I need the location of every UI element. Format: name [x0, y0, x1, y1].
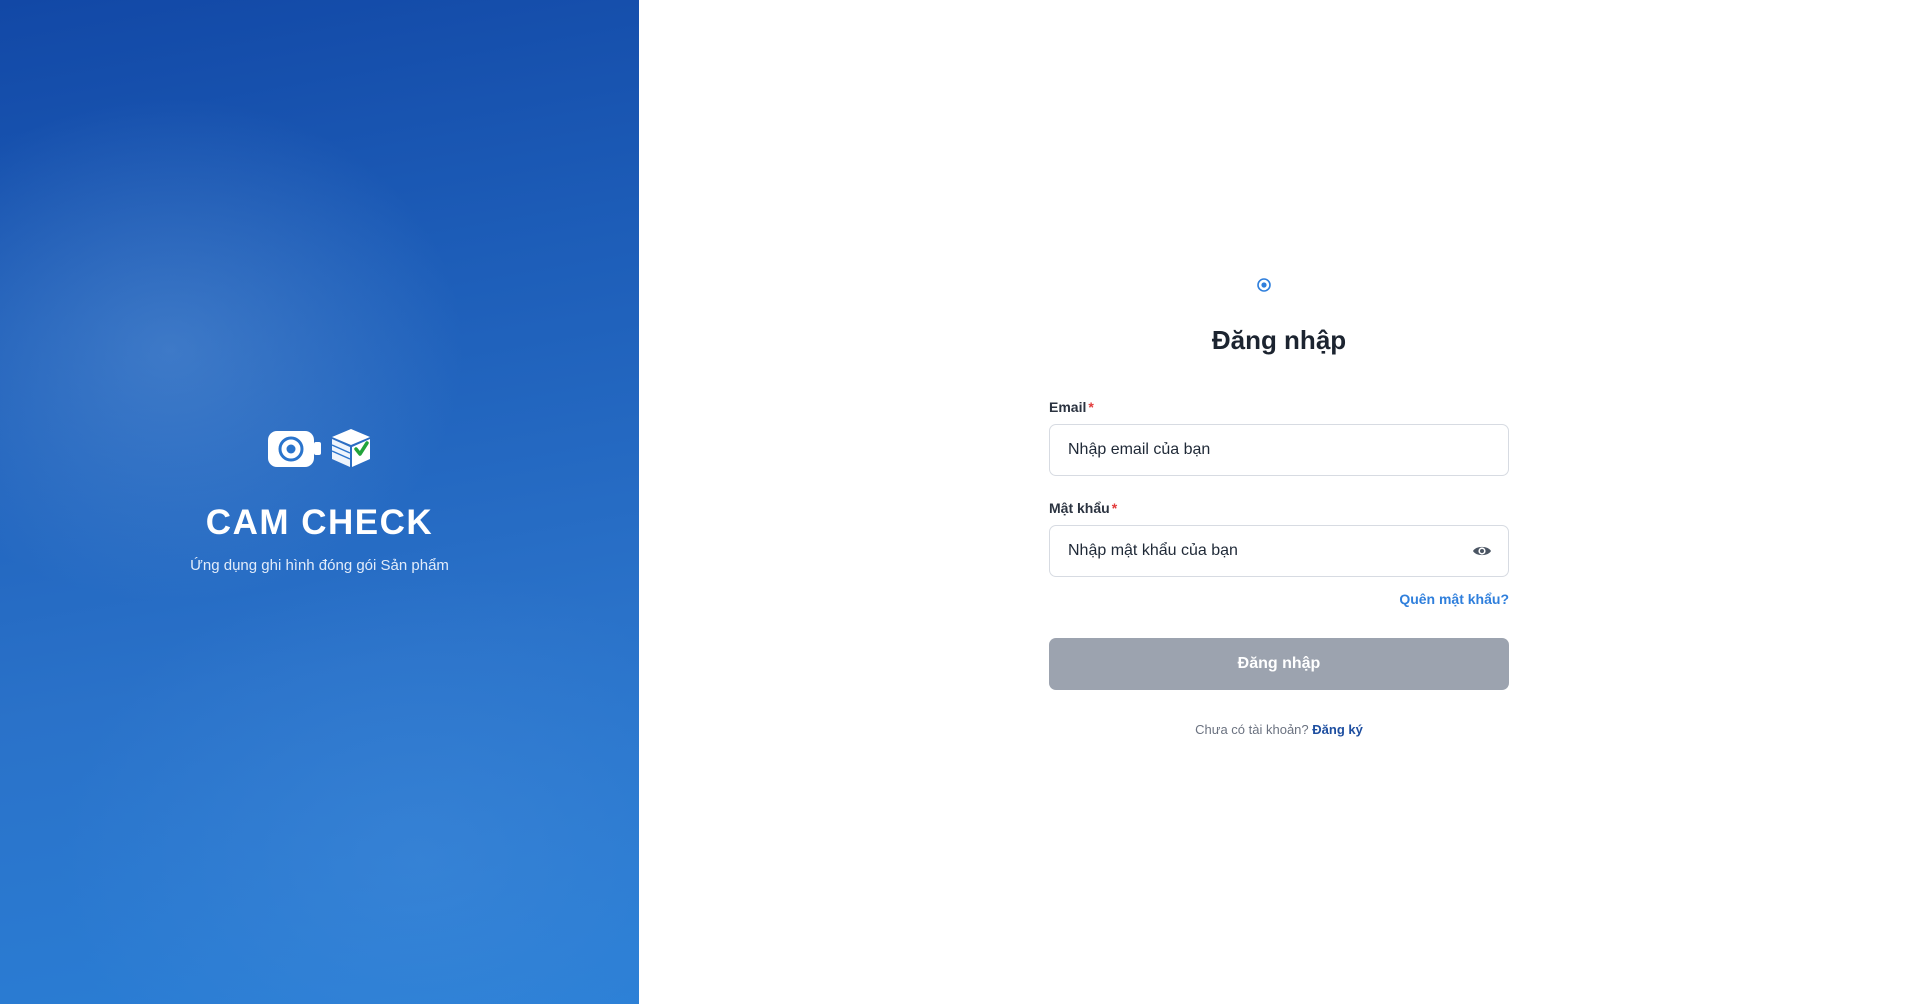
- brand-title: CAM CHECK: [205, 502, 434, 542]
- signup-link[interactable]: Đăng ký: [1312, 722, 1363, 737]
- email-field[interactable]: Nhập email của bạn: [1049, 424, 1509, 476]
- target-icon: [1257, 278, 1271, 297]
- brand-logo: [267, 428, 373, 472]
- password-field[interactable]: Nhập mật khẩu của bạn: [1049, 525, 1509, 577]
- required-mark: *: [1088, 399, 1094, 415]
- email-label-text: Email: [1049, 399, 1087, 415]
- page-title: Đăng nhập: [1211, 325, 1347, 355]
- camera-icon: [267, 428, 323, 473]
- password-label: Mật khẩu *: [1049, 500, 1117, 516]
- email-label: Email *: [1049, 399, 1094, 415]
- brand-panel: CAM CHECK Ứng dụng ghi hình đóng gói Sản…: [0, 0, 639, 1004]
- login-button[interactable]: Đăng nhập: [1049, 638, 1509, 690]
- eye-icon[interactable]: [1472, 541, 1492, 566]
- brand-block: CAM CHECK Ứng dụng ghi hình đóng gói Sản…: [0, 428, 639, 574]
- required-mark: *: [1111, 500, 1118, 516]
- forgot-password-link[interactable]: Quên mật khẩu?: [1399, 591, 1509, 607]
- signup-prompt: Chưa có tài khoản? Đăng ký: [1049, 722, 1509, 737]
- no-account-text: Chưa có tài khoản?: [1195, 722, 1309, 737]
- password-placeholder: Nhập mật khẩu của bạn: [1068, 542, 1238, 559]
- password-label-text: Mật khẩu: [1049, 500, 1110, 516]
- brand-subtitle: Ứng dụng ghi hình đóng gói Sản phẩm: [190, 556, 449, 574]
- email-placeholder: Nhập email của bạn: [1068, 441, 1211, 458]
- package-check-icon: [329, 427, 373, 474]
